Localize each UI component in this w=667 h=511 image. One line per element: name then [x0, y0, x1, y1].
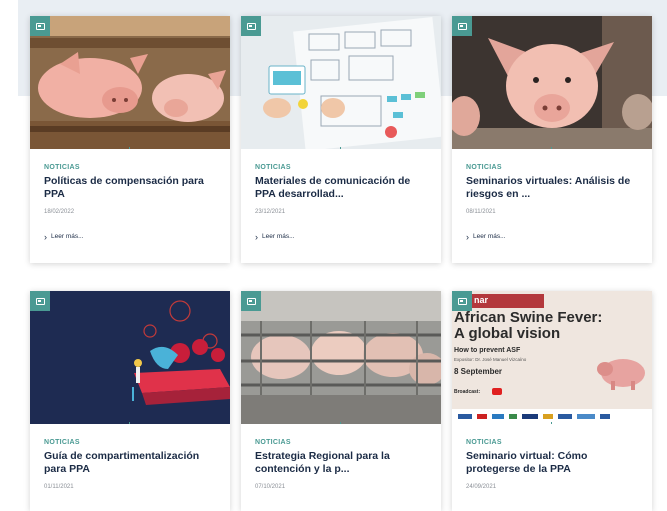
divider-tick: [340, 147, 341, 149]
news-thumbnail-wireframes[interactable]: [241, 16, 441, 149]
card-date: 08/11/2021: [466, 209, 496, 215]
card-title[interactable]: Guía de compartimentalización para PPA: [44, 450, 216, 476]
card-title[interactable]: Materiales de comunicación de PPA desarr…: [255, 175, 427, 201]
read-more-link[interactable]: › Leer más...: [44, 231, 216, 242]
poster-headline: African Swine Fever:: [454, 309, 603, 326]
news-card[interactable]: NOTICIAS Políticas de compensación para …: [30, 16, 230, 263]
pig-illustration: [597, 359, 645, 390]
news-card[interactable]: NOTICIAS Guía de compartimentalización p…: [30, 291, 230, 511]
divider-tick: [129, 147, 130, 149]
card-category: NOTICIAS: [466, 439, 502, 446]
card-date: 23/12/2021: [255, 209, 286, 215]
poster-tag: nar: [474, 295, 489, 305]
read-more-link[interactable]: › Leer más...: [255, 231, 427, 242]
divider-tick: [340, 422, 341, 424]
card-date: 01/11/2021: [44, 484, 74, 490]
news-card[interactable]: NOTICIAS Estrategia Regional para la con…: [241, 291, 441, 511]
poster-headline-2: A global vision: [454, 325, 561, 342]
card-date: 18/02/2022: [44, 209, 75, 215]
news-card[interactable]: NOTICIAS Materiales de comunicación de P…: [241, 16, 441, 263]
chevron-right-icon: ›: [466, 231, 469, 242]
card-category: NOTICIAS: [255, 439, 291, 446]
image-badge-icon: [452, 291, 472, 311]
news-thumbnail-illustration[interactable]: [30, 291, 230, 424]
image-badge-icon: [30, 16, 50, 36]
card-category: NOTICIAS: [255, 164, 291, 171]
poster-broadcast: Broadcast:: [454, 389, 481, 395]
card-category: NOTICIAS: [44, 164, 80, 171]
divider-tick: [129, 422, 130, 424]
card-date: 07/10/2021: [255, 484, 286, 490]
chevron-right-icon: ›: [44, 231, 47, 242]
image-badge-icon: [241, 291, 261, 311]
card-title[interactable]: Seminarios virtuales: Análisis de riesgo…: [466, 175, 638, 201]
youtube-icon: [492, 388, 502, 395]
image-badge-icon: [30, 291, 50, 311]
chevron-right-icon: ›: [255, 231, 258, 242]
image-badge-icon: [241, 16, 261, 36]
news-thumbnail-pigs-pen[interactable]: [30, 16, 230, 149]
card-date: 24/09/2021: [466, 484, 497, 490]
news-card[interactable]: nar African Swine Fever: A global vision…: [452, 291, 652, 511]
divider-tick: [551, 422, 552, 424]
poster-speaker: Expositor: Dr. José Manuel Vizcaíno: [454, 357, 527, 362]
poster-subtitle: How to prevent ASF: [454, 347, 521, 354]
card-title[interactable]: Seminario virtual: Cómo protegerse de la…: [466, 450, 638, 476]
sponsor-logos-strip: [452, 409, 652, 424]
read-more-label: Leer más...: [473, 233, 506, 240]
image-badge-icon: [452, 16, 472, 36]
card-title[interactable]: Estrategia Regional para la contención y…: [255, 450, 427, 476]
news-card[interactable]: NOTICIAS Seminarios virtuales: Análisis …: [452, 16, 652, 263]
news-thumbnail-webinar-poster[interactable]: nar African Swine Fever: A global vision…: [452, 291, 652, 424]
news-thumbnail-pig-portrait[interactable]: [452, 16, 652, 149]
poster-date: 8 September: [454, 367, 503, 376]
read-more-label: Leer más...: [262, 233, 295, 240]
news-thumbnail-pigs-fence[interactable]: [241, 291, 441, 424]
card-category: NOTICIAS: [466, 164, 502, 171]
card-category: NOTICIAS: [44, 439, 80, 446]
card-title[interactable]: Políticas de compensación para PPA: [44, 175, 216, 201]
read-more-link[interactable]: › Leer más...: [466, 231, 638, 242]
read-more-label: Leer más...: [51, 233, 84, 240]
divider-tick: [551, 147, 552, 149]
